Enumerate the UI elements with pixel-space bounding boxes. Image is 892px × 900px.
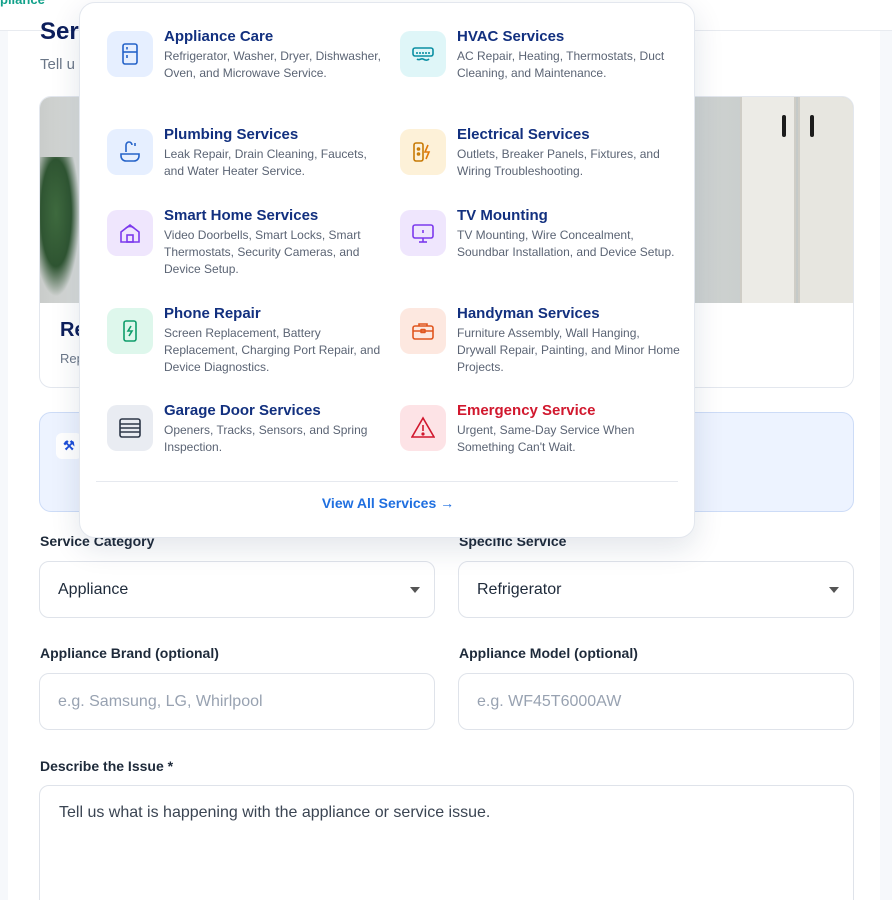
warning-icon	[400, 405, 446, 451]
specific-service-select[interactable]: Refrigerator	[458, 561, 854, 618]
brand-label: Appliance Brand (optional)	[40, 645, 219, 661]
menu-item-description: Outlets, Breaker Panels, Fixtures, and W…	[457, 147, 660, 178]
menu-item-description: Urgent, Same-Day Service When Something …	[457, 423, 635, 454]
model-input[interactable]: e.g. WF45T6000AW	[458, 673, 854, 730]
menu-item-title: Smart Home Services	[164, 207, 319, 224]
menu-item-title: Garage Door Services	[164, 402, 321, 419]
menu-item-description: Furniture Assembly, Wall Hanging, Drywal…	[457, 326, 680, 374]
menu-item-description: Screen Replacement, Battery Replacement,…	[164, 326, 381, 374]
brand-input[interactable]: e.g. Samsung, LG, Whirlpool	[39, 673, 435, 730]
issue-label: Describe the Issue *	[40, 758, 174, 774]
services-dropdown-menu: Appliance Care Refrigerator, Washer, Dry…	[79, 2, 695, 538]
air-conditioner-icon	[400, 31, 446, 77]
chevron-down-icon	[829, 587, 839, 593]
menu-item-title: HVAC Services	[457, 28, 565, 45]
specific-service-value: Refrigerator	[477, 581, 562, 598]
menu-item-description: AC Repair, Heating, Thermostats, Duct Cl…	[457, 49, 665, 80]
menu-item-description: Refrigerator, Washer, Dryer, Dishwasher,…	[164, 49, 381, 80]
view-all-services-link[interactable]: View All Services →	[80, 495, 696, 511]
menu-item-description: Leak Repair, Drain Cleaning, Faucets, an…	[164, 147, 367, 178]
menu-item-title: Plumbing Services	[164, 126, 299, 143]
faucet-icon	[107, 129, 153, 175]
menu-item-title: Handyman Services	[457, 305, 600, 322]
chevron-down-icon	[410, 587, 420, 593]
service-category-select[interactable]: Appliance	[39, 561, 435, 618]
toolbox-icon	[400, 308, 446, 354]
tv-icon	[400, 210, 446, 256]
menu-item-title: Emergency Service	[457, 402, 596, 419]
phone-repair-icon	[107, 308, 153, 354]
menu-item-title: Electrical Services	[457, 126, 590, 143]
issue-textarea[interactable]: Tell us what is happening with the appli…	[39, 785, 854, 900]
electrical-outlet-icon	[400, 129, 446, 175]
model-label: Appliance Model (optional)	[459, 645, 638, 661]
brand-logo[interactable]: pliance	[0, 0, 45, 7]
menu-item-description: TV Mounting, Wire Concealment, Soundbar …	[457, 228, 675, 259]
garage-door-icon	[107, 405, 153, 451]
menu-item-description: Video Doorbells, Smart Locks, Smart Ther…	[164, 228, 361, 276]
refrigerator-door-right	[798, 97, 853, 303]
menu-divider	[96, 481, 678, 482]
section-subtitle: Tell u	[40, 56, 76, 73]
service-category-value: Appliance	[58, 581, 129, 598]
smart-home-icon	[107, 210, 153, 256]
menu-item-description: Openers, Tracks, Sensors, and Spring Ins…	[164, 423, 368, 454]
refrigerator-icon	[107, 31, 153, 77]
plant-image	[40, 157, 80, 297]
menu-item-title: Appliance Care	[164, 28, 274, 45]
refrigerator-door-left	[740, 97, 796, 303]
menu-item-title: TV Mounting	[457, 207, 548, 224]
section-title: Ser	[40, 18, 79, 45]
menu-item-title: Phone Repair	[164, 305, 261, 322]
